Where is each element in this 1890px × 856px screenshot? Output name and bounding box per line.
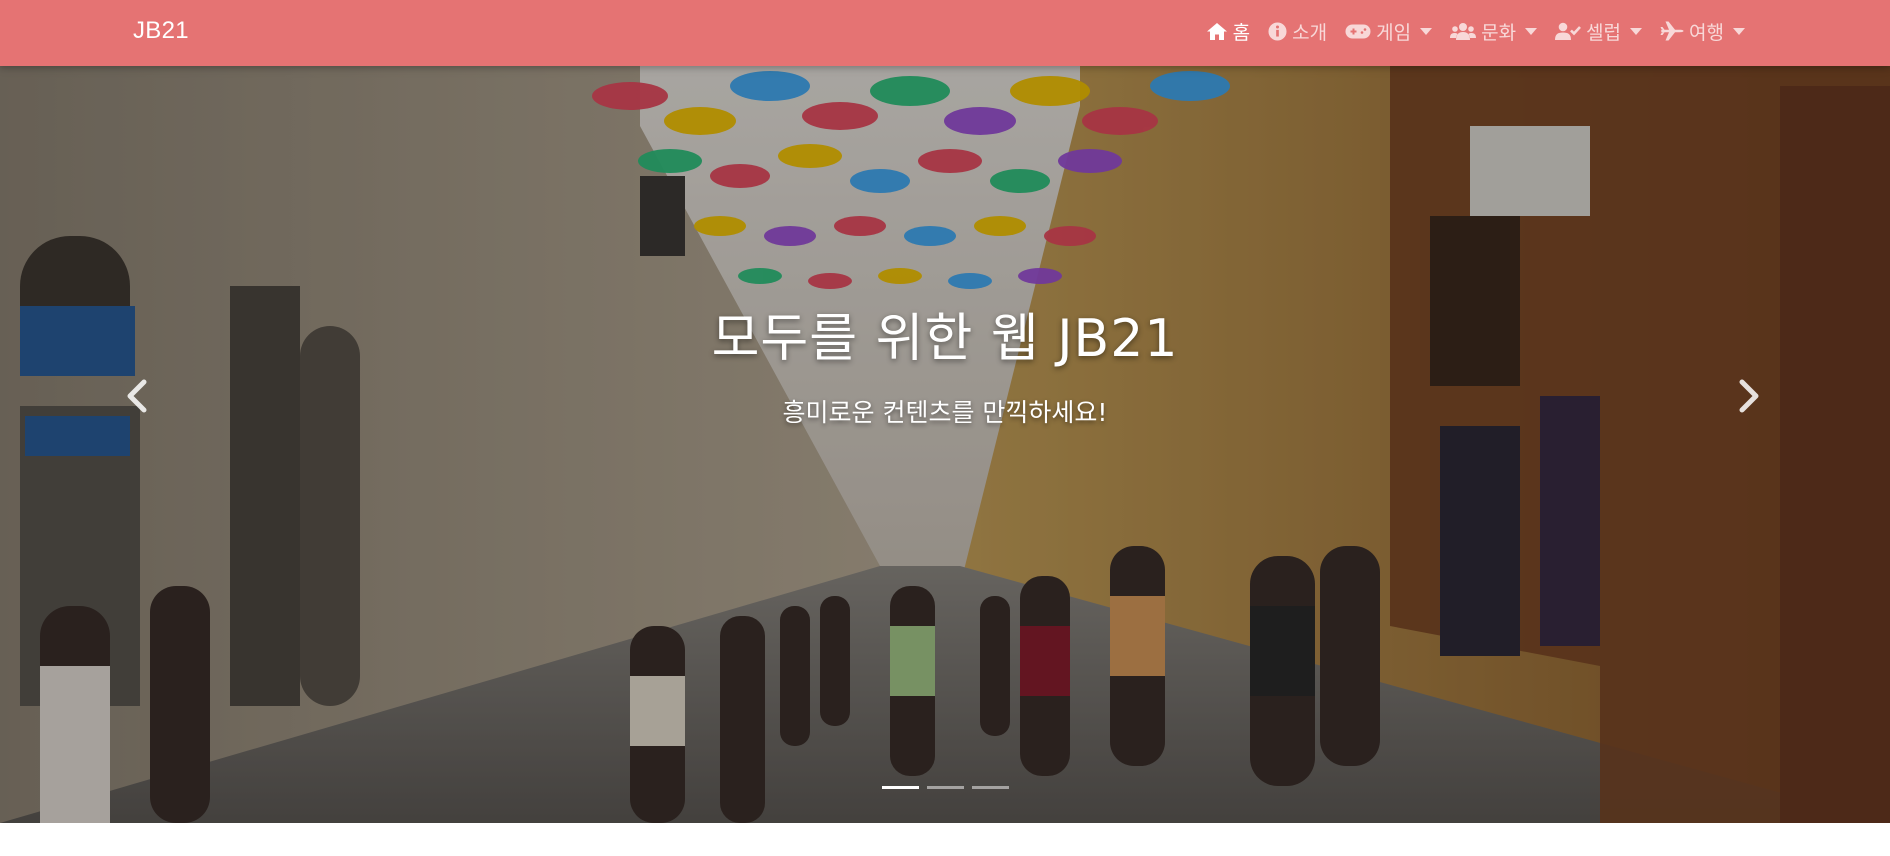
carousel-indicator-2[interactable] [926,786,964,789]
gamepad-icon [1345,24,1371,38]
nav-item-label: 게임 [1376,21,1412,44]
nav-item-culture[interactable]: 문화 [1450,18,1538,45]
main-nav: 홈 소개 게임 문화 셀럽 여행 [1206,0,1745,62]
carousel-indicator-3[interactable] [971,786,1009,789]
caret-down-icon [1630,27,1643,35]
nav-item-about[interactable]: 소개 [1268,18,1327,45]
nav-item-celeb[interactable]: 셀럽 [1555,18,1643,45]
chevron-right-icon [1739,379,1759,413]
caret-down-icon [1525,27,1538,35]
home-icon [1206,22,1227,40]
nav-item-label: 소개 [1292,21,1328,44]
nav-item-home[interactable]: 홈 [1206,18,1250,45]
carousel-caption: 모두를 위한 웹 JB21 흥미로운 컨텐츠를 만끽하세요! [0,296,1890,429]
info-circle-icon [1268,21,1287,41]
hero-title: 모두를 위한 웹 JB21 [711,309,1179,369]
users-icon [1450,22,1477,40]
carousel-indicators [0,786,1890,789]
plane-icon [1660,21,1684,41]
nav-item-label: 셀럽 [1586,21,1622,44]
hero-dark-overlay [0,66,1890,823]
nav-item-label: 여행 [1689,21,1724,44]
hero-carousel: 모두를 위한 웹 JB21 흥미로운 컨텐츠를 만끽하세요! [0,66,1890,823]
carousel-indicator-1[interactable] [881,786,919,789]
nav-item-label: 문화 [1481,21,1517,44]
carousel-next-button[interactable] [1720,356,1780,436]
caret-down-icon [1733,27,1745,35]
caret-down-icon [1420,27,1433,35]
nav-item-travel[interactable]: 여행 [1660,18,1745,45]
chevron-left-icon [127,379,147,413]
user-check-icon [1555,22,1582,40]
nav-item-label: 홈 [1232,21,1251,44]
top-navbar: JB21 홈 소개 게임 문화 셀럽 여행 [0,0,1890,66]
carousel-prev-button[interactable] [106,356,166,436]
brand-logo[interactable]: JB21 [133,0,189,62]
hero-subtitle: 흥미로운 컨텐츠를 만끽하세요! [782,398,1108,427]
nav-item-games[interactable]: 게임 [1345,18,1433,45]
